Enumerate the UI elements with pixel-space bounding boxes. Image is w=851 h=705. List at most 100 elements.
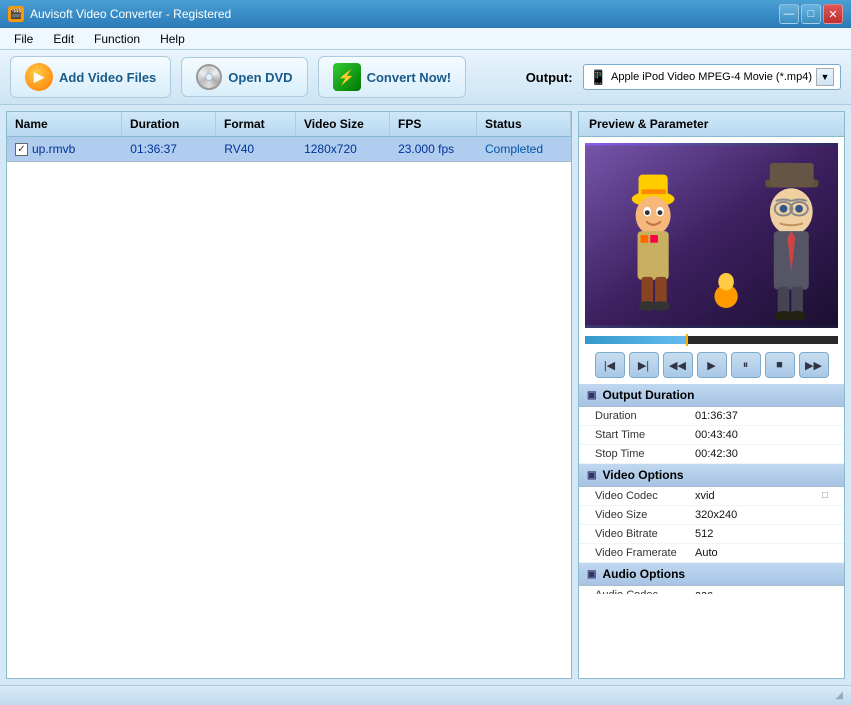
- video-codec-indicator: □: [822, 490, 828, 502]
- audio-options-label: Audio Options: [602, 567, 685, 581]
- col-videosize: Video Size: [296, 112, 390, 136]
- audio-options-section[interactable]: ▣ Audio Options: [579, 563, 844, 586]
- table-row[interactable]: ✓ up.rmvb 01:36:37 RV40 1280x720 23.000 …: [7, 137, 571, 162]
- pause-button[interactable]: ⏸: [731, 352, 761, 378]
- params-scroll-wrapper: ▣ Output Duration Duration 01:36:37 Star…: [579, 384, 844, 594]
- output-duration-label: Output Duration: [602, 388, 694, 402]
- cell-name: ✓ up.rmvb: [7, 137, 122, 161]
- titlebar-left: 🎬 Auvisoft Video Converter - Registered: [8, 6, 231, 22]
- next-button[interactable]: ▶▶: [799, 352, 829, 378]
- main-content: Name Duration Format Video Size FPS Stat…: [0, 105, 851, 685]
- step-back-button[interactable]: |◀: [595, 352, 625, 378]
- video-svg: [585, 143, 838, 328]
- duration-toggle: ▣: [587, 390, 596, 401]
- window-title: Auvisoft Video Converter - Registered: [30, 7, 231, 21]
- video-bitrate-row: Video Bitrate 512: [579, 525, 844, 544]
- col-duration: Duration: [122, 112, 216, 136]
- filelist-header: Name Duration Format Video Size FPS Stat…: [7, 112, 571, 137]
- audio-toggle: ▣: [587, 569, 596, 580]
- col-name: Name: [7, 112, 122, 136]
- output-duration-section[interactable]: ▣ Output Duration: [579, 384, 844, 407]
- col-status: Status: [477, 112, 571, 136]
- add-video-button[interactable]: ▶ Add Video Files: [10, 56, 171, 98]
- video-size-label: Video Size: [595, 509, 695, 521]
- stop-button[interactable]: ■: [765, 352, 795, 378]
- video-marker: [686, 334, 688, 346]
- video-preview: [585, 143, 838, 328]
- dvd-icon: [196, 64, 222, 90]
- output-dropdown-arrow[interactable]: ▼: [816, 68, 834, 86]
- col-format: Format: [216, 112, 296, 136]
- col-fps: FPS: [390, 112, 477, 136]
- playback-controls: |◀ ▶| ◀◀ ▶ ⏸ ■ ▶▶: [579, 346, 844, 384]
- minimize-button[interactable]: —: [779, 4, 799, 24]
- convert-icon: ⚡: [333, 63, 361, 91]
- preview-header: Preview & Parameter: [579, 112, 844, 137]
- video-bitrate-value: 512: [695, 528, 828, 540]
- duration-label: Duration: [595, 410, 695, 422]
- stop-time-value: 00:42:30: [695, 448, 828, 460]
- menubar: File Edit Function Help: [0, 28, 851, 50]
- dvd-hole: [205, 73, 213, 81]
- prev-button[interactable]: ◀◀: [663, 352, 693, 378]
- open-dvd-label: Open DVD: [228, 70, 292, 85]
- app-icon: 🎬: [8, 6, 24, 22]
- audio-codec-label: Audio Codec: [595, 589, 695, 594]
- video-size-row: Video Size 320x240: [579, 506, 844, 525]
- duration-row: Duration 01:36:37: [579, 407, 844, 426]
- row-checkbox[interactable]: ✓: [15, 143, 28, 156]
- video-codec-value[interactable]: xvid: [695, 490, 818, 502]
- audio-codec-value: aac: [695, 589, 828, 594]
- cell-videosize: 1280x720: [296, 137, 390, 161]
- right-panel: Preview & Parameter: [578, 111, 845, 679]
- stop-time-row: Stop Time 00:42:30: [579, 445, 844, 464]
- add-video-label: Add Video Files: [59, 70, 156, 85]
- play-button[interactable]: ▶: [697, 352, 727, 378]
- statusbar: ◢: [0, 685, 851, 705]
- menu-help[interactable]: Help: [150, 30, 195, 48]
- add-icon: ▶: [25, 63, 53, 91]
- video-bitrate-label: Video Bitrate: [595, 528, 695, 540]
- toolbar: ▶ Add Video Files Open DVD ⚡ Convert Now…: [0, 50, 851, 105]
- output-value: Apple iPod Video MPEG-4 Movie (*.mp4): [611, 71, 812, 83]
- start-time-label: Start Time: [595, 429, 695, 441]
- output-label: Output:: [526, 70, 573, 85]
- output-format-icon: 📱: [590, 69, 607, 86]
- output-dropdown[interactable]: 📱 Apple iPod Video MPEG-4 Movie (*.mp4) …: [583, 64, 841, 90]
- cell-format: RV40: [216, 137, 296, 161]
- close-button[interactable]: ✕: [823, 4, 843, 24]
- file-list: Name Duration Format Video Size FPS Stat…: [6, 111, 572, 679]
- video-codec-row: Video Codec xvid □: [579, 487, 844, 506]
- stop-time-label: Stop Time: [595, 448, 695, 460]
- duration-value: 01:36:37: [695, 410, 828, 422]
- video-options-section[interactable]: ▣ Video Options: [579, 464, 844, 487]
- menu-edit[interactable]: Edit: [43, 30, 84, 48]
- params-panel: ▣ Output Duration Duration 01:36:37 Star…: [579, 384, 844, 594]
- video-scene: [585, 143, 838, 328]
- start-time-value: 00:43:40: [695, 429, 828, 441]
- video-progress-fill: [585, 336, 686, 344]
- menu-file[interactable]: File: [4, 30, 43, 48]
- cell-duration: 01:36:37: [122, 137, 216, 161]
- resize-grip[interactable]: ◢: [835, 690, 843, 701]
- cell-fps: 23.000 fps: [390, 137, 477, 161]
- convert-button[interactable]: ⚡ Convert Now!: [318, 56, 467, 98]
- maximize-button[interactable]: □: [801, 4, 821, 24]
- menu-function[interactable]: Function: [84, 30, 150, 48]
- start-time-row: Start Time 00:43:40: [579, 426, 844, 445]
- audio-codec-row: Audio Codec aac: [579, 586, 844, 594]
- titlebar-buttons: — □ ✕: [779, 4, 843, 24]
- convert-label: Convert Now!: [367, 70, 452, 85]
- video-framerate-value: Auto: [695, 547, 828, 559]
- video-framerate-row: Video Framerate Auto: [579, 544, 844, 563]
- open-dvd-button[interactable]: Open DVD: [181, 57, 307, 97]
- video-toggle: ▣: [587, 470, 596, 481]
- video-progress-bar[interactable]: [585, 336, 838, 344]
- step-forward-button[interactable]: ▶|: [629, 352, 659, 378]
- cell-status: Completed: [477, 137, 571, 161]
- video-options-label: Video Options: [602, 468, 683, 482]
- video-codec-label: Video Codec: [595, 490, 695, 502]
- titlebar: 🎬 Auvisoft Video Converter - Registered …: [0, 0, 851, 28]
- video-framerate-label: Video Framerate: [595, 547, 695, 559]
- video-size-value: 320x240: [695, 509, 828, 521]
